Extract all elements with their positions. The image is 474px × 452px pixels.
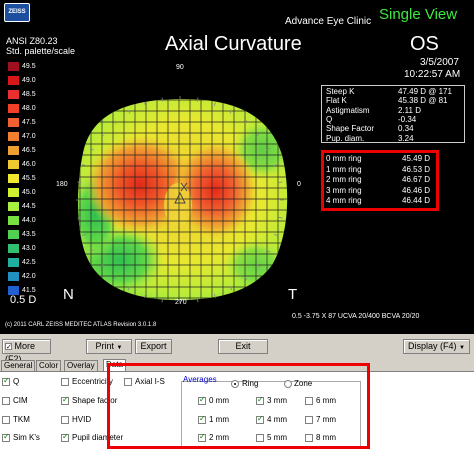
copyright-text: (c) 2011 CARL ZEISS MEDITEC ATLAS Revisi…: [5, 322, 157, 328]
display-button[interactable]: Display (F4) ▼: [403, 339, 470, 354]
k-value: 0.34: [398, 124, 414, 134]
k-label: Shape Factor: [326, 124, 375, 134]
refraction-text: 0.5 -3.75 X 87 UCVA 20/400 BCVA 20/20: [292, 313, 420, 320]
tab-color[interactable]: Color: [36, 360, 62, 371]
option-tkm-label: TKM: [13, 415, 30, 424]
more-button[interactable]: ✓ More (F2): [2, 339, 51, 364]
k-value: 45.38 D @ 81: [398, 96, 448, 106]
chevron-down-icon: ▼: [116, 345, 123, 351]
display-label: Display (F4): [408, 341, 457, 351]
k-value: 3.24: [398, 133, 414, 143]
option-q-label: Q: [13, 377, 20, 386]
nasal-label: N: [63, 286, 74, 303]
ring-value: 46.46 D: [402, 185, 431, 195]
topography-display: ZEISS Advance Eye Clinic Single View ANS…: [0, 0, 474, 334]
option-tkm-checkbox[interactable]: [2, 416, 10, 424]
print-label: Print: [95, 341, 115, 351]
ring-value: 46.53 D: [402, 164, 431, 174]
ring-label: 1 mm ring: [326, 164, 362, 174]
tab-overlay[interactable]: Overlay: [64, 360, 98, 371]
option-eccentricity-checkbox[interactable]: [61, 378, 69, 386]
angle-label-0: 0: [297, 181, 301, 188]
k-label: Q: [326, 114, 333, 124]
angle-label-90: 90: [176, 64, 184, 71]
k-value: -0.34: [398, 114, 417, 124]
k-value: 47.49 D @ 171: [398, 87, 452, 96]
ring-value: 46.44 D: [402, 196, 431, 205]
angle-label-180: 180: [56, 181, 68, 188]
ring-value: 46.67 D: [402, 175, 431, 184]
option-sim-k-s-checkbox[interactable]: [2, 432, 10, 442]
ring-label: 4 mm ring: [326, 196, 362, 205]
k-label: Pup. diam.: [326, 133, 365, 143]
option-sim-k-s-label: Sim K's: [13, 433, 40, 442]
print-button[interactable]: Print ▼: [86, 339, 132, 354]
option-q-checkbox[interactable]: [2, 376, 10, 386]
ring-label: 2 mm ring: [326, 175, 362, 184]
exit-button[interactable]: Exit: [218, 339, 268, 354]
angle-label-270: 270: [175, 299, 187, 306]
tab-general[interactable]: General: [1, 360, 36, 371]
k-value: 2.11 D: [398, 105, 421, 115]
option-hvid-checkbox[interactable]: [61, 416, 69, 424]
ring-label: 0 mm ring: [326, 154, 362, 163]
option-cim-label: CIM: [13, 396, 28, 405]
k-label: Astigmatism: [326, 105, 370, 115]
k-label: Flat K: [326, 96, 347, 106]
export-button[interactable]: Export: [135, 339, 172, 354]
ring-value: 45.49 D: [402, 154, 431, 163]
option-cim-checkbox[interactable]: [2, 397, 10, 405]
k-label: Steep K: [326, 87, 355, 96]
option-pupil-diameter-checkbox[interactable]: [61, 432, 69, 442]
option-hvid-label: HVID: [72, 415, 92, 424]
highlight-box: [107, 363, 370, 449]
chevron-down-icon: ▼: [459, 345, 465, 351]
temporal-label: T: [288, 286, 297, 303]
ring-label: 3 mm ring: [326, 185, 362, 195]
option-shape-factor-checkbox[interactable]: [61, 395, 69, 405]
more-checkbox[interactable]: ✓: [5, 343, 12, 351]
